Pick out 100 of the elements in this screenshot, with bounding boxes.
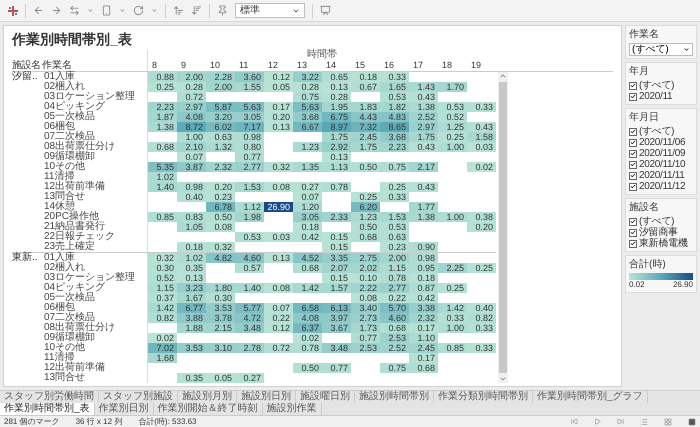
table-cell: 0.02 <box>293 333 322 343</box>
table-cell: 1.88 <box>177 323 206 333</box>
view-select[interactable]: 標準 <box>235 3 305 18</box>
table-cell: 0.23 <box>206 192 235 202</box>
table-cell: 2.45 <box>409 343 438 353</box>
table-cell: 7.32 <box>351 122 380 132</box>
back-icon[interactable] <box>33 5 44 16</box>
scroll-up-icon[interactable] <box>499 72 507 80</box>
status-text: 281 個のマーク <box>4 416 60 426</box>
table-cell: 4.82 <box>206 253 235 263</box>
table-cell: 3.68 <box>380 132 409 142</box>
table-cell: 2.25 <box>438 263 467 273</box>
table-cell: 0.68 <box>293 263 322 273</box>
table-cell: 0.13 <box>322 82 351 92</box>
table-cell: 2.02 <box>351 263 380 273</box>
column-header: 作業名 <box>42 60 148 71</box>
table-cell: 6.78 <box>206 202 235 212</box>
table-cell: 3.78 <box>206 313 235 323</box>
checkbox[interactable] <box>629 240 637 248</box>
table-cell: 3.40 <box>351 303 380 313</box>
table-cell: 0.27 <box>293 182 322 192</box>
sheet-tab[interactable]: 作業別時間帯別_グラフ <box>533 391 648 403</box>
filter-title: 年月日 <box>629 111 660 124</box>
table-cell: 0.18 <box>293 222 322 232</box>
table-cell: 1.83 <box>351 102 380 112</box>
sheet-tab[interactable]: 施設別月別 <box>178 391 237 403</box>
presentation-icon[interactable] <box>320 5 331 16</box>
table-cell: 2.00 <box>177 72 206 82</box>
square-icon[interactable] <box>688 418 696 426</box>
sheet-tab[interactable]: 施設別時間帯別 <box>355 391 434 403</box>
table-cell: 0.57 <box>235 263 264 273</box>
column-header: 16 <box>383 60 396 71</box>
device-icon[interactable] <box>101 5 112 16</box>
table-cell: 1.40 <box>235 283 264 293</box>
row-header: 04ピッキング <box>43 283 106 293</box>
table-cell: 1.02 <box>177 253 206 263</box>
table-cell: 0.20 <box>467 222 496 232</box>
checkbox[interactable] <box>629 160 637 168</box>
checkbox[interactable] <box>629 172 637 180</box>
caret-icon[interactable] <box>119 7 126 14</box>
table-cell: 2.97 <box>177 102 206 112</box>
checkbox-label: (すべて) <box>639 80 674 91</box>
table-cell: 0.40 <box>177 192 206 202</box>
checkbox[interactable] <box>629 138 637 146</box>
sheet-tab[interactable]: 作業別時間帯別_表 <box>0 403 95 415</box>
table-cell: 0.68 <box>380 323 409 333</box>
checkbox[interactable] <box>629 150 637 158</box>
table-cell: 1.15 <box>148 283 177 293</box>
table-cell: 0.53 <box>380 92 409 102</box>
scroll-down-icon[interactable] <box>499 375 507 383</box>
sheet-tab[interactable]: 作業分類別時間帯別 <box>434 391 533 403</box>
refresh-icon[interactable] <box>133 5 144 16</box>
column-header: 14 <box>325 60 338 71</box>
table-cell: 2.23 <box>148 102 177 112</box>
row-header: 04ピッキング <box>43 102 106 112</box>
list-view-icon[interactable] <box>640 418 648 426</box>
table-cell: 0.30 <box>206 293 235 303</box>
table-cell: 1.55 <box>235 82 264 92</box>
column-header: 13 <box>296 60 308 71</box>
caret-icon[interactable] <box>87 7 94 14</box>
table-cell: 2.75 <box>351 253 380 263</box>
table-cell: 8.65 <box>380 122 409 132</box>
filter-dropdown[interactable]: (すべて) <box>629 43 693 56</box>
column-header: 9 <box>180 60 188 71</box>
table-cell: 2.17 <box>409 162 438 172</box>
checkbox[interactable] <box>629 128 637 136</box>
checkbox[interactable] <box>629 218 637 226</box>
table-cell: 0.20 <box>206 182 235 192</box>
checkbox[interactable] <box>629 82 637 90</box>
swap-icon[interactable] <box>69 5 80 16</box>
column-header: 18 <box>441 60 454 71</box>
forward-icon[interactable] <box>51 5 62 16</box>
table-cell: 1.75 <box>322 132 351 142</box>
table-cell: 0.30 <box>148 263 177 273</box>
checkbox[interactable] <box>629 182 637 190</box>
table-cell: 0.07 <box>177 152 206 162</box>
play-icon[interactable] <box>594 418 601 425</box>
pin-icon[interactable] <box>217 5 228 16</box>
scrollbar[interactable] <box>498 72 508 383</box>
sheet-tab[interactable]: 施設別日別 <box>237 391 296 403</box>
table-cell: 5.77 <box>235 303 264 313</box>
table-cell: 0.35 <box>177 373 206 383</box>
table-cell: 1.42 <box>438 303 467 313</box>
table-cell: 1.13 <box>322 162 351 172</box>
sort-descending-icon[interactable] <box>191 5 202 16</box>
table-cell: 0.98 <box>409 253 438 263</box>
last-page-icon[interactable] <box>617 418 624 425</box>
row-header: 09循環棚卸 <box>43 333 96 343</box>
grid-view-icon[interactable] <box>664 418 672 426</box>
table-cell: 1.42 <box>293 283 322 293</box>
table-cell: 0.15 <box>322 273 351 283</box>
caret-icon[interactable] <box>151 7 158 14</box>
sort-ascending-icon[interactable] <box>173 5 184 16</box>
column-header: 12 <box>267 60 280 71</box>
checkbox[interactable] <box>629 228 637 236</box>
checkbox[interactable] <box>629 92 637 100</box>
sheet-tab[interactable]: スタッフ別施設 <box>99 391 178 403</box>
sheet-tab[interactable]: 施設曜日別 <box>296 391 355 403</box>
first-page-icon[interactable] <box>571 418 578 425</box>
table-cell: 0.77 <box>351 333 380 343</box>
